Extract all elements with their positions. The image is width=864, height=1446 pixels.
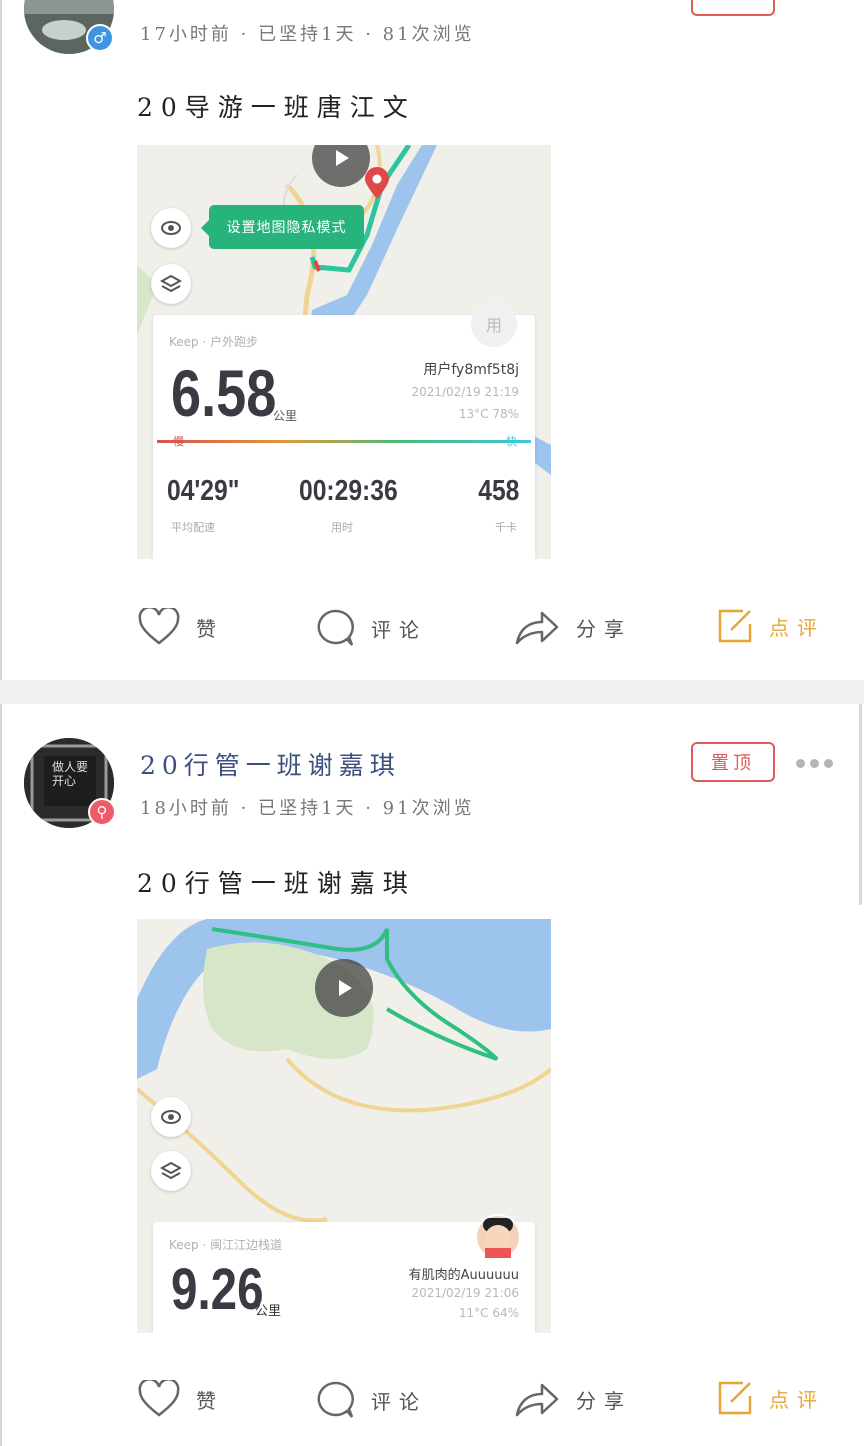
post-title: 20行管一班谢嘉琪	[137, 869, 416, 898]
more-options-button[interactable]	[796, 759, 833, 768]
more-dot	[810, 759, 819, 768]
comment-bubble-icon	[317, 609, 354, 646]
like-button[interactable]: 赞	[138, 1380, 224, 1418]
share-button[interactable]: 分享	[514, 608, 632, 646]
stat-avg-pace-label: 平均配速	[171, 521, 215, 534]
post-divider	[0, 680, 864, 704]
run-weather: 13°C 78%	[458, 407, 519, 421]
post-meta: 18小时前 · 已坚持1天 · 91次浏览	[140, 798, 475, 819]
keep-source-label: Keep · 户外跑步	[169, 335, 259, 349]
run-datetime: 2021/02/19 21:06	[411, 1286, 519, 1300]
edit-note-icon	[718, 1381, 752, 1415]
comment-bubble-icon	[317, 1381, 354, 1418]
stat-calories-label: 千卡	[495, 521, 517, 534]
card-user-avatar: 用	[471, 301, 517, 347]
privacy-mode-tooltip: 设置地图隐私模式	[201, 205, 364, 249]
post-title: 20导游一班唐江文	[137, 93, 416, 122]
cartoon-avatar-icon	[483, 1218, 513, 1258]
run-stats-card: Keep · 闽江江边栈道 9.26 公里 有肌肉的Auuuuuu 2021/0…	[153, 1214, 535, 1333]
run-datetime: 2021/02/19 21:19	[411, 385, 519, 399]
play-icon	[339, 980, 352, 996]
share-button[interactable]: 分享	[514, 1380, 632, 1418]
card-user-avatar	[475, 1214, 521, 1260]
share-label: 分享	[576, 1388, 632, 1413]
comment-label: 评论	[371, 1389, 427, 1414]
eye-icon	[161, 1110, 181, 1124]
like-button[interactable]: 赞	[138, 608, 224, 646]
keep-source-label: Keep · 闽江江边栈道	[169, 1238, 283, 1252]
distance-unit: 公里	[273, 409, 298, 423]
eye-icon	[161, 221, 181, 235]
stat-duration-label: 用时	[331, 521, 353, 534]
run-map-image[interactable]: Keep · 闽江江边栈道 9.26 公里 有肌肉的Auuuuuu 2021/0…	[137, 919, 551, 1333]
share-arrow-icon	[515, 611, 559, 645]
review-label: 点评	[769, 615, 825, 640]
distance-value: 9.26	[171, 1257, 264, 1322]
run-weather: 11°C 64%	[458, 1306, 519, 1320]
pin-button-cropped[interactable]	[691, 0, 775, 16]
share-arrow-icon	[515, 1383, 559, 1417]
post-actions: 赞 评论 分享 点评	[0, 1372, 864, 1432]
comment-button[interactable]: 评论	[315, 1380, 427, 1420]
pin-button[interactable]: 置顶	[691, 742, 775, 782]
distance-value: 6.58	[171, 356, 277, 430]
stat-duration: 00:29:36	[299, 475, 398, 507]
card-user-name: 用户fy8mf5t8j	[423, 362, 519, 378]
avatar-photo-text: 做人要开心	[52, 760, 89, 788]
author-name[interactable]: 20行管一班谢嘉琪	[140, 746, 401, 782]
pace-fast-label: 快	[506, 435, 517, 448]
run-map-image[interactable]: 设置地图隐私模式 用 Keep · 户外跑步 6.58 公里 用户fy8mf5t…	[137, 145, 551, 559]
distance-unit: 公里	[255, 1304, 282, 1319]
map-layers-button[interactable]	[151, 1151, 191, 1191]
post-meta: 17小时前 · 已坚持1天 · 81次浏览	[140, 24, 475, 45]
stat-calories: 458	[477, 475, 519, 507]
pace-gradient-bar	[157, 440, 531, 443]
play-icon	[336, 150, 349, 166]
male-gender-icon: ♂	[86, 24, 114, 52]
comment-label: 评论	[371, 617, 427, 642]
layers-icon	[160, 1161, 182, 1180]
review-button[interactable]: 点评	[717, 1380, 825, 1416]
left-frame-border	[0, 0, 2, 1446]
share-label: 分享	[576, 616, 632, 641]
more-dot	[796, 759, 805, 768]
pace-slow-label: 慢	[173, 435, 184, 448]
review-button[interactable]: 点评	[717, 608, 825, 644]
privacy-eye-button[interactable]	[151, 1097, 191, 1137]
review-label: 点评	[769, 1387, 825, 1412]
comment-button[interactable]: 评论	[315, 608, 427, 648]
like-label: 赞	[196, 1388, 224, 1413]
play-video-button[interactable]	[315, 959, 373, 1017]
heart-icon	[138, 608, 180, 645]
map-layers-button[interactable]	[151, 264, 191, 304]
privacy-eye-button[interactable]	[151, 208, 191, 248]
scrollbar[interactable]	[859, 680, 862, 905]
run-stats-card: 用 Keep · 户外跑步 6.58 公里 用户fy8mf5t8j 2021/0…	[153, 301, 535, 559]
edit-note-icon	[718, 609, 752, 643]
location-pin-icon	[365, 167, 389, 199]
heart-icon	[138, 1380, 180, 1417]
more-dot	[824, 759, 833, 768]
post-actions: 赞 评论 分享 点评	[0, 598, 864, 658]
female-gender-icon: ⚲	[88, 798, 116, 826]
layers-icon	[160, 274, 182, 293]
like-label: 赞	[196, 616, 224, 641]
card-user-name: 有肌肉的Auuuuuu	[408, 1268, 519, 1283]
stat-avg-pace: 04'29"	[167, 475, 240, 507]
